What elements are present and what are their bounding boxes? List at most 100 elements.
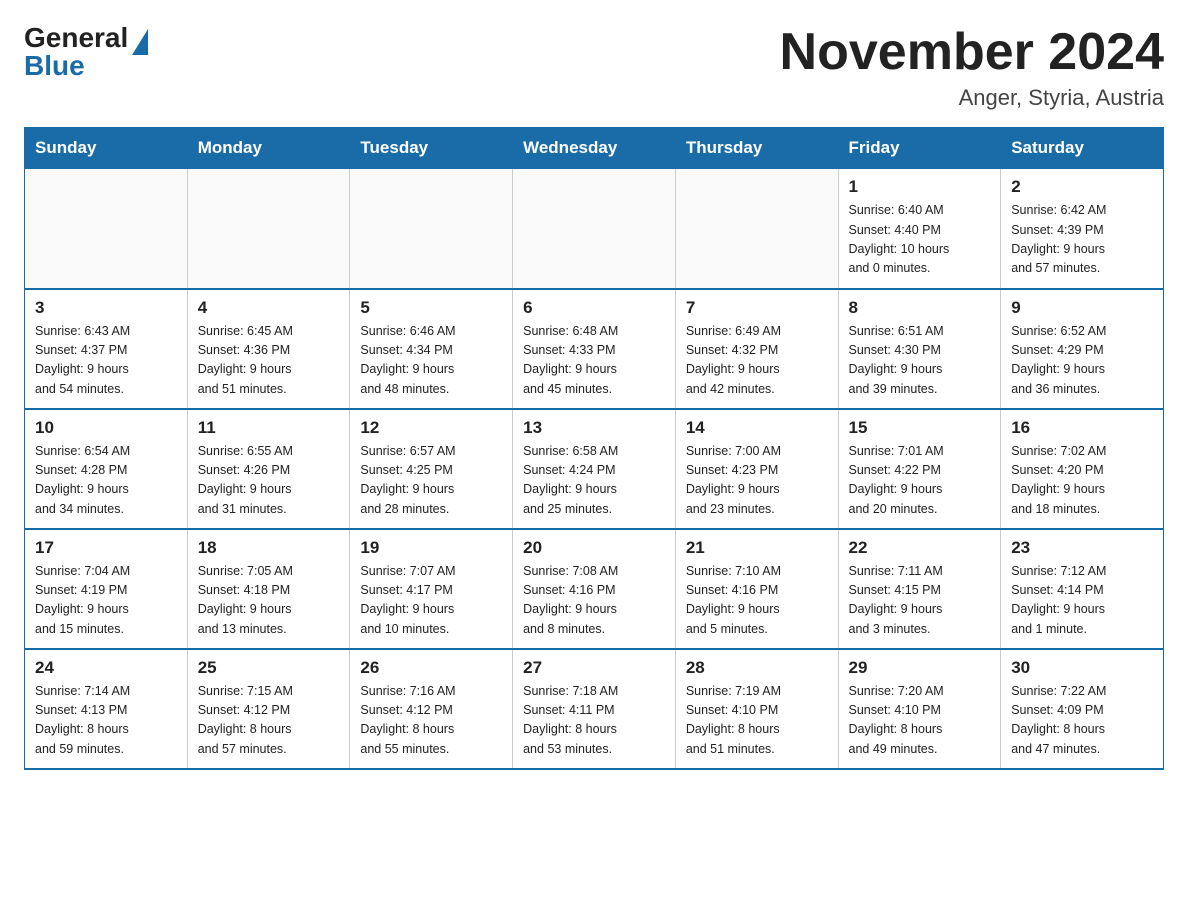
calendar-cell: 15 Sunrise: 7:01 AMSunset: 4:22 PMDayligh… [838,409,1001,529]
day-number: 16 [1011,418,1153,438]
calendar-cell: 25 Sunrise: 7:15 AMSunset: 4:12 PMDayligh… [187,649,350,769]
day-number: 29 [849,658,991,678]
day-info: Sunrise: 7:08 AMSunset: 4:16 PMDaylight:… [523,562,665,640]
weekday-header-wednesday: Wednesday [513,128,676,169]
logo-blue-text: Blue [24,52,85,80]
calendar-cell: 11 Sunrise: 6:55 AMSunset: 4:26 PMDayligh… [187,409,350,529]
day-number: 15 [849,418,991,438]
day-info: Sunrise: 6:40 AMSunset: 4:40 PMDaylight:… [849,201,991,279]
day-number: 27 [523,658,665,678]
day-info: Sunrise: 7:02 AMSunset: 4:20 PMDaylight:… [1011,442,1153,520]
day-number: 7 [686,298,828,318]
day-info: Sunrise: 6:46 AMSunset: 4:34 PMDaylight:… [360,322,502,400]
day-info: Sunrise: 6:54 AMSunset: 4:28 PMDaylight:… [35,442,177,520]
day-info: Sunrise: 7:22 AMSunset: 4:09 PMDaylight:… [1011,682,1153,760]
calendar-week-row: 10 Sunrise: 6:54 AMSunset: 4:28 PMDayligh… [25,409,1164,529]
calendar-cell: 8 Sunrise: 6:51 AMSunset: 4:30 PMDaylight… [838,289,1001,409]
calendar-cell: 12 Sunrise: 6:57 AMSunset: 4:25 PMDayligh… [350,409,513,529]
calendar-week-row: 24 Sunrise: 7:14 AMSunset: 4:13 PMDayligh… [25,649,1164,769]
weekday-header-monday: Monday [187,128,350,169]
day-number: 28 [686,658,828,678]
calendar-cell: 22 Sunrise: 7:11 AMSunset: 4:15 PMDayligh… [838,529,1001,649]
calendar-cell: 1 Sunrise: 6:40 AMSunset: 4:40 PMDaylight… [838,169,1001,289]
day-info: Sunrise: 7:20 AMSunset: 4:10 PMDaylight:… [849,682,991,760]
day-info: Sunrise: 7:07 AMSunset: 4:17 PMDaylight:… [360,562,502,640]
day-number: 2 [1011,177,1153,197]
calendar-cell: 21 Sunrise: 7:10 AMSunset: 4:16 PMDayligh… [675,529,838,649]
day-info: Sunrise: 6:42 AMSunset: 4:39 PMDaylight:… [1011,201,1153,279]
calendar-table: SundayMondayTuesdayWednesdayThursdayFrid… [24,127,1164,770]
day-info: Sunrise: 6:43 AMSunset: 4:37 PMDaylight:… [35,322,177,400]
weekday-header-friday: Friday [838,128,1001,169]
day-info: Sunrise: 6:49 AMSunset: 4:32 PMDaylight:… [686,322,828,400]
day-info: Sunrise: 7:05 AMSunset: 4:18 PMDaylight:… [198,562,340,640]
day-info: Sunrise: 6:55 AMSunset: 4:26 PMDaylight:… [198,442,340,520]
day-number: 18 [198,538,340,558]
calendar-cell [675,169,838,289]
day-info: Sunrise: 7:10 AMSunset: 4:16 PMDaylight:… [686,562,828,640]
day-info: Sunrise: 7:00 AMSunset: 4:23 PMDaylight:… [686,442,828,520]
calendar-cell: 2 Sunrise: 6:42 AMSunset: 4:39 PMDaylight… [1001,169,1164,289]
day-info: Sunrise: 7:11 AMSunset: 4:15 PMDaylight:… [849,562,991,640]
day-number: 4 [198,298,340,318]
calendar-cell: 5 Sunrise: 6:46 AMSunset: 4:34 PMDaylight… [350,289,513,409]
weekday-header-saturday: Saturday [1001,128,1164,169]
day-number: 17 [35,538,177,558]
day-info: Sunrise: 6:58 AMSunset: 4:24 PMDaylight:… [523,442,665,520]
day-number: 21 [686,538,828,558]
day-number: 8 [849,298,991,318]
calendar-cell: 13Sunrise: 6:58 AMSunset: 4:24 PMDayligh… [513,409,676,529]
calendar-cell: 18 Sunrise: 7:05 AMSunset: 4:18 PMDayligh… [187,529,350,649]
day-info: Sunrise: 7:04 AMSunset: 4:19 PMDaylight:… [35,562,177,640]
day-number: 22 [849,538,991,558]
day-info: Sunrise: 7:19 AMSunset: 4:10 PMDaylight:… [686,682,828,760]
day-info: Sunrise: 6:57 AMSunset: 4:25 PMDaylight:… [360,442,502,520]
calendar-cell: 9 Sunrise: 6:52 AMSunset: 4:29 PMDaylight… [1001,289,1164,409]
weekday-header-sunday: Sunday [25,128,188,169]
day-info: Sunrise: 7:15 AMSunset: 4:12 PMDaylight:… [198,682,340,760]
day-number: 1 [849,177,991,197]
day-number: 26 [360,658,502,678]
day-info: Sunrise: 7:12 AMSunset: 4:14 PMDaylight:… [1011,562,1153,640]
calendar-week-row: 1 Sunrise: 6:40 AMSunset: 4:40 PMDaylight… [25,169,1164,289]
calendar-cell: 3Sunrise: 6:43 AMSunset: 4:37 PMDaylight… [25,289,188,409]
day-number: 24 [35,658,177,678]
day-number: 11 [198,418,340,438]
day-number: 23 [1011,538,1153,558]
calendar-cell: 7 Sunrise: 6:49 AMSunset: 4:32 PMDaylight… [675,289,838,409]
day-number: 25 [198,658,340,678]
day-number: 9 [1011,298,1153,318]
day-number: 10 [35,418,177,438]
day-info: Sunrise: 7:14 AMSunset: 4:13 PMDaylight:… [35,682,177,760]
calendar-week-row: 17 Sunrise: 7:04 AMSunset: 4:19 PMDayligh… [25,529,1164,649]
day-number: 5 [360,298,502,318]
calendar-cell: 19Sunrise: 7:07 AMSunset: 4:17 PMDayligh… [350,529,513,649]
logo-triangle-icon [132,29,148,55]
day-info: Sunrise: 7:01 AMSunset: 4:22 PMDaylight:… [849,442,991,520]
calendar-cell: 27 Sunrise: 7:18 AMSunset: 4:11 PMDayligh… [513,649,676,769]
day-info: Sunrise: 7:18 AMSunset: 4:11 PMDaylight:… [523,682,665,760]
day-info: Sunrise: 6:52 AMSunset: 4:29 PMDaylight:… [1011,322,1153,400]
page-header: General Blue November 2024 Anger, Styria… [24,24,1164,111]
day-number: 30 [1011,658,1153,678]
calendar-cell [513,169,676,289]
logo-general-text: General [24,24,128,52]
calendar-cell: 4Sunrise: 6:45 AMSunset: 4:36 PMDaylight… [187,289,350,409]
calendar-cell: 17 Sunrise: 7:04 AMSunset: 4:19 PMDayligh… [25,529,188,649]
logo: General Blue [24,24,148,80]
day-info: Sunrise: 6:51 AMSunset: 4:30 PMDaylight:… [849,322,991,400]
day-number: 14 [686,418,828,438]
day-number: 20 [523,538,665,558]
calendar-cell: 30 Sunrise: 7:22 AMSunset: 4:09 PMDayligh… [1001,649,1164,769]
calendar-cell: 20 Sunrise: 7:08 AMSunset: 4:16 PMDayligh… [513,529,676,649]
calendar-cell: 28 Sunrise: 7:19 AMSunset: 4:10 PMDayligh… [675,649,838,769]
calendar-week-row: 3Sunrise: 6:43 AMSunset: 4:37 PMDaylight… [25,289,1164,409]
weekday-header-thursday: Thursday [675,128,838,169]
calendar-cell [25,169,188,289]
day-number: 12 [360,418,502,438]
day-info: Sunrise: 6:48 AMSunset: 4:33 PMDaylight:… [523,322,665,400]
calendar-cell: 16 Sunrise: 7:02 AMSunset: 4:20 PMDayligh… [1001,409,1164,529]
title-area: November 2024 Anger, Styria, Austria [780,24,1164,111]
calendar-cell [187,169,350,289]
month-title: November 2024 [780,24,1164,81]
